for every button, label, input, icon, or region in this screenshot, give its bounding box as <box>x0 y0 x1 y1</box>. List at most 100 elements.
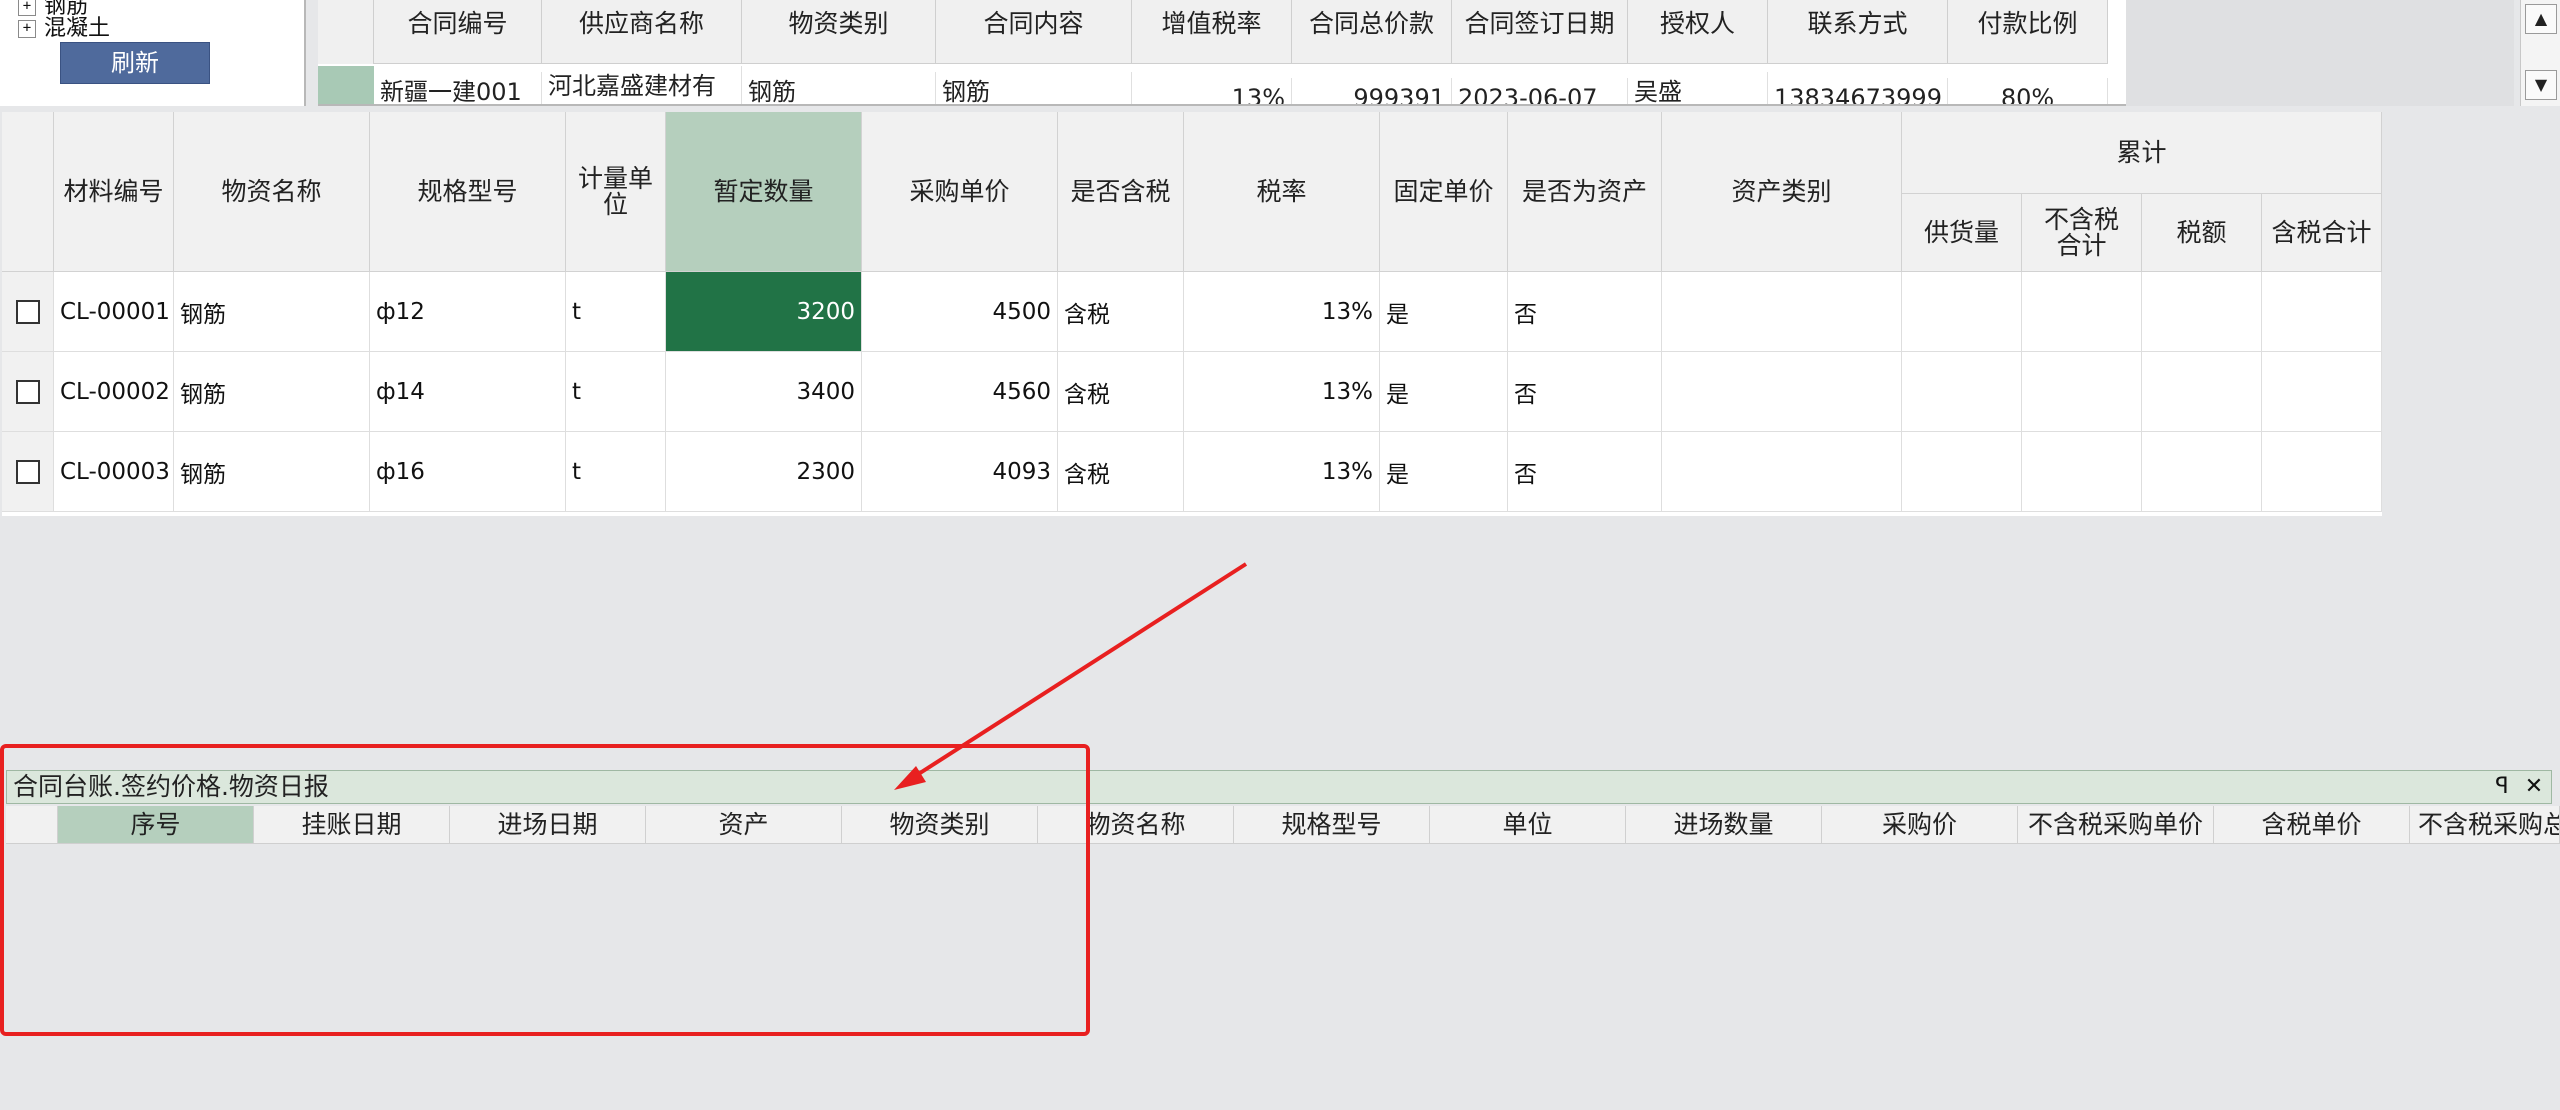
col-spec[interactable]: 规格型号 <box>370 112 566 272</box>
material-code-cell[interactable]: CL-00003 <box>54 432 174 512</box>
total-cell[interactable] <box>2262 432 2382 512</box>
total-cell[interactable] <box>2262 352 2382 432</box>
supplied-qty-cell[interactable] <box>1902 352 2022 432</box>
col-vat-rate[interactable]: 增值税率 <box>1132 0 1292 64</box>
fixed-price-cell[interactable]: 是 <box>1380 272 1508 352</box>
contract-cell[interactable]: 新疆一建001 <box>374 72 542 104</box>
col-subtotal-excl-tax[interactable]: 不含税合计 <box>2022 194 2142 272</box>
supplied-qty-cell[interactable] <box>1902 432 2022 512</box>
col-authorizer[interactable]: 授权人 <box>1628 0 1768 64</box>
col-tax-included[interactable]: 是否含税 <box>1058 112 1184 272</box>
col-tax-rate[interactable]: 税率 <box>1184 112 1380 272</box>
scroll-up-icon[interactable]: ▲ <box>2525 4 2557 34</box>
col-supplier[interactable]: 供应商名称 <box>542 0 742 64</box>
spec-cell[interactable]: ф12 <box>370 272 566 352</box>
material-name-cell[interactable]: 钢筋 <box>174 352 370 432</box>
row-checkbox[interactable] <box>15 299 40 324</box>
col-total-incl-tax[interactable]: 含税合计 <box>2262 194 2382 272</box>
tax-included-cell[interactable]: 含税 <box>1058 432 1184 512</box>
col-contract-content[interactable]: 合同内容 <box>936 0 1132 64</box>
contract-cell[interactable]: 吴盛 <box>1628 72 1768 104</box>
supplied-qty-cell[interactable] <box>1902 272 2022 352</box>
col-spec[interactable]: 规格型号 <box>1234 806 1430 843</box>
col-unit-price-incl-tax[interactable]: 含税单价 <box>2214 806 2410 843</box>
qty-cell[interactable]: 3400 <box>666 352 862 432</box>
is-asset-cell[interactable]: 否 <box>1508 432 1662 512</box>
refresh-button[interactable]: 刷新 <box>60 42 210 84</box>
tax-rate-cell[interactable]: 13% <box>1184 352 1380 432</box>
tree-item-concrete[interactable]: + 混凝土 <box>18 16 110 42</box>
price-cell[interactable]: 4093 <box>862 432 1058 512</box>
contract-cell[interactable]: 13834673999 <box>1768 78 1948 104</box>
contract-cell[interactable]: 2023-06-07 <box>1452 78 1628 104</box>
col-material-name[interactable]: 物资名称 <box>174 112 370 272</box>
subtotal-cell[interactable] <box>2022 352 2142 432</box>
col-total-excl-tax[interactable]: 不含税采购总 <box>2410 806 2560 843</box>
tax-included-cell[interactable]: 含税 <box>1058 352 1184 432</box>
subtotal-cell[interactable] <box>2022 432 2142 512</box>
asset-type-cell[interactable] <box>1662 352 1902 432</box>
asset-type-cell[interactable] <box>1662 272 1902 352</box>
expand-icon[interactable]: + <box>18 0 36 16</box>
col-total-price[interactable]: 合同总价款 <box>1292 0 1452 64</box>
unit-cell[interactable]: t <box>566 272 666 352</box>
contract-cell[interactable]: 钢筋 <box>742 72 936 104</box>
expand-icon[interactable]: + <box>18 20 36 38</box>
pin-icon[interactable]: ꟼ <box>2487 771 2517 803</box>
tax-amount-cell[interactable] <box>2142 432 2262 512</box>
fixed-price-cell[interactable]: 是 <box>1380 432 1508 512</box>
col-material-category[interactable]: 物资类别 <box>742 0 936 64</box>
contract-cell[interactable]: 999391 <box>1292 78 1452 104</box>
qty-cell-selected[interactable]: 3200 <box>666 272 862 352</box>
tax-rate-cell[interactable]: 13% <box>1184 432 1380 512</box>
unit-cell[interactable]: t <box>566 352 666 432</box>
contract-cell[interactable]: 80% <box>1948 78 2108 104</box>
row-checkbox[interactable] <box>15 459 40 484</box>
is-asset-cell[interactable]: 否 <box>1508 352 1662 432</box>
col-purchase-price[interactable]: 采购单价 <box>862 112 1058 272</box>
vertical-scrollbar[interactable]: ▲ ▼ <box>2520 0 2560 106</box>
row-checkbox-cell[interactable] <box>2 272 54 352</box>
asset-type-cell[interactable] <box>1662 432 1902 512</box>
scroll-down-icon[interactable]: ▼ <box>2525 70 2557 100</box>
col-is-asset[interactable]: 是否为资产 <box>1508 112 1662 272</box>
qty-cell[interactable]: 2300 <box>666 432 862 512</box>
tax-included-cell[interactable]: 含税 <box>1058 272 1184 352</box>
col-contract-no[interactable]: 合同编号 <box>374 0 542 64</box>
col-payment-ratio[interactable]: 付款比例 <box>1948 0 2108 64</box>
spec-cell[interactable]: ф14 <box>370 352 566 432</box>
col-tax-amount[interactable]: 税额 <box>2142 194 2262 272</box>
tax-amount-cell[interactable] <box>2142 352 2262 432</box>
unit-cell[interactable]: t <box>566 432 666 512</box>
row-checkbox-cell[interactable] <box>2 352 54 432</box>
total-cell[interactable] <box>2262 272 2382 352</box>
material-name-cell[interactable]: 钢筋 <box>174 432 370 512</box>
col-fixed-price[interactable]: 固定单价 <box>1380 112 1508 272</box>
material-code-cell[interactable]: CL-00001 <box>54 272 174 352</box>
spec-cell[interactable]: ф16 <box>370 432 566 512</box>
subtotal-cell[interactable] <box>2022 272 2142 352</box>
price-cell[interactable]: 4560 <box>862 352 1058 432</box>
material-code-cell[interactable]: CL-00002 <box>54 352 174 432</box>
close-icon[interactable]: ✕ <box>2519 771 2549 803</box>
col-contact[interactable]: 联系方式 <box>1768 0 1948 64</box>
col-provisional-qty[interactable]: 暂定数量 <box>666 112 862 272</box>
tax-amount-cell[interactable] <box>2142 272 2262 352</box>
col-unit[interactable]: 计量单位 <box>566 112 666 272</box>
tax-rate-cell[interactable]: 13% <box>1184 272 1380 352</box>
col-asset-type[interactable]: 资产类别 <box>1662 112 1902 272</box>
col-material-code[interactable]: 材料编号 <box>54 112 174 272</box>
row-checkbox[interactable] <box>15 379 40 404</box>
col-unit[interactable]: 单位 <box>1430 806 1626 843</box>
fixed-price-cell[interactable]: 是 <box>1380 352 1508 432</box>
col-purchase-price[interactable]: 采购价 <box>1822 806 2018 843</box>
col-sign-date[interactable]: 合同签订日期 <box>1452 0 1628 64</box>
contract-cell[interactable]: 钢筋 <box>936 72 1132 104</box>
material-name-cell[interactable]: 钢筋 <box>174 272 370 352</box>
is-asset-cell[interactable]: 否 <box>1508 272 1662 352</box>
row-checkbox-cell[interactable] <box>2 432 54 512</box>
contract-cell[interactable]: 河北嘉盛建材有 <box>542 66 742 104</box>
col-entry-qty[interactable]: 进场数量 <box>1626 806 1822 843</box>
price-cell[interactable]: 4500 <box>862 272 1058 352</box>
contract-cell[interactable]: 13% <box>1132 78 1292 104</box>
